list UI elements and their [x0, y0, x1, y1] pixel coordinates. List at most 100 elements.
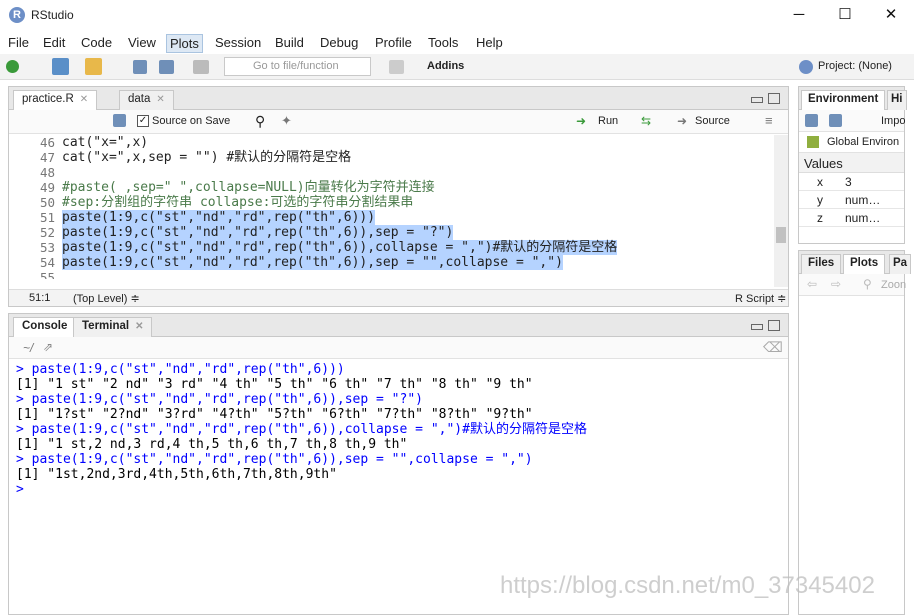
tab-packages[interactable]: Pa	[889, 254, 912, 274]
maximize-pane-icon[interactable]	[768, 320, 780, 331]
menu-build[interactable]: Build	[272, 34, 307, 51]
env-tabstrip: Environment Hi	[799, 87, 907, 111]
source-pane: practice.R ✕ data ✕ ✓ Source on Save ⚲ ✦ ➜…	[8, 86, 789, 307]
tab-practice-r[interactable]: practice.R ✕	[13, 90, 98, 111]
tab-terminal[interactable]: Terminal ✕	[73, 317, 153, 337]
menu-file[interactable]: File	[5, 34, 32, 51]
menu-bar: File Edit Code View Plots Session Build …	[0, 31, 914, 54]
goto-file-input[interactable]: Go to file/function	[224, 57, 371, 76]
zoom-button[interactable]: Zoon	[881, 279, 906, 291]
code-line[interactable]: 46 cat("x=",x)	[9, 135, 774, 150]
import-dataset-button[interactable]: Impo	[881, 115, 905, 127]
go-to-directory-icon[interactable]: ⇗	[43, 340, 53, 354]
env-value-row[interactable]: z num…	[799, 209, 904, 227]
working-directory: ~/	[23, 341, 34, 355]
menu-profile[interactable]: Profile	[372, 34, 415, 51]
code-line[interactable]: 48	[9, 165, 774, 180]
close-button[interactable]: ✕	[868, 0, 914, 31]
code-line[interactable]: 47 cat("x=",x,sep = "") #默认的分隔符是空格	[9, 150, 774, 165]
save-workspace-icon[interactable]	[829, 114, 842, 127]
menu-view[interactable]: View	[125, 34, 159, 51]
tab-history[interactable]: Hi	[887, 90, 907, 110]
zoom-icon[interactable]: ⚲	[863, 277, 872, 291]
variable-name: y	[817, 193, 823, 207]
save-icon[interactable]	[113, 114, 126, 127]
code-line[interactable]: 51 paste(1:9,c("st","nd","rd",rep("th",6)…	[9, 210, 774, 225]
grid-layout-icon[interactable]	[389, 60, 404, 74]
line-number: 47	[39, 150, 55, 165]
minimize-pane-icon[interactable]	[751, 97, 763, 103]
code-line[interactable]: 54 paste(1:9,c("st","nd","rd",rep("th",6)…	[9, 255, 774, 270]
back-arrow-icon[interactable]: ⇦	[807, 277, 817, 291]
line-number: 54	[39, 255, 55, 270]
window-title: RStudio	[31, 8, 74, 22]
close-tab-icon[interactable]: ✕	[156, 94, 164, 105]
magic-wand-icon[interactable]: ✦	[281, 113, 292, 129]
scope-selector[interactable]: (Top Level) ≑	[73, 292, 140, 305]
broom-clear-icon[interactable]: ⌫	[763, 339, 783, 356]
minimize-pane-icon[interactable]	[751, 324, 763, 330]
variable-value: 3	[845, 175, 852, 189]
tab-data[interactable]: data ✕	[119, 90, 174, 110]
code-line[interactable]: 53 paste(1:9,c("st","nd","rd",rep("th",6)…	[9, 240, 774, 255]
menu-plots[interactable]: Plots	[166, 34, 203, 53]
new-project-icon[interactable]	[52, 58, 69, 75]
title-bar: R RStudio ─ ☐ ✕	[0, 0, 914, 31]
outline-icon[interactable]: ≡	[765, 113, 773, 128]
menu-help[interactable]: Help	[473, 34, 506, 51]
menu-edit[interactable]: Edit	[40, 34, 68, 51]
console-command: > paste(1:9,c("st","nd","rd",rep("th",6)…	[16, 452, 533, 467]
save-all-icon[interactable]	[159, 60, 174, 74]
global-environment-selector[interactable]: Global Environ	[827, 136, 899, 148]
menu-tools[interactable]: Tools	[425, 34, 461, 51]
print-icon[interactable]	[193, 60, 209, 74]
run-button[interactable]: Run	[598, 115, 618, 127]
environment-pane: Environment Hi Impo Global Environ Value…	[798, 86, 907, 244]
editor-toolbar: ✓ Source on Save ⚲ ✦ ➜ Run ⇆ ➜ Source ≡	[9, 110, 788, 134]
rerun-icon[interactable]: ⇆	[641, 114, 651, 128]
close-tab-icon[interactable]: ✕	[135, 321, 143, 332]
code-line[interactable]: 50 #sep:分割组的字符串 collapse:可选的字符串分割结果串	[9, 195, 774, 210]
source-arrow-icon: ➜	[677, 114, 688, 128]
project-menu[interactable]: Project: (None)	[818, 60, 892, 72]
forward-arrow-icon[interactable]: ⇨	[831, 277, 841, 291]
code-line[interactable]: 49 #paste( ,sep=" ",collapse=NULL)向量转化为字符…	[9, 180, 774, 195]
tab-console[interactable]: Console	[13, 317, 77, 338]
code-line[interactable]: 52 paste(1:9,c("st","nd","rd",rep("th",6)…	[9, 225, 774, 240]
env-value-row[interactable]: y num…	[799, 191, 904, 209]
code-line[interactable]: 55	[9, 270, 774, 279]
open-file-icon[interactable]	[85, 58, 102, 75]
source-button[interactable]: Source	[695, 115, 730, 127]
console-tabstrip: Console Terminal ✕	[9, 314, 788, 338]
addins-menu[interactable]: Addins	[427, 60, 464, 72]
file-type-selector[interactable]: R Script ≑	[735, 292, 786, 305]
save-icon[interactable]	[133, 60, 147, 74]
code-text: #sep:分割组的字符串 collapse:可选的字符串分割结果串	[62, 195, 414, 210]
watermark: https://blog.csdn.net/m0_37345402	[500, 572, 875, 599]
close-tab-icon[interactable]: ✕	[80, 94, 88, 105]
menu-code[interactable]: Code	[78, 34, 115, 51]
line-number: 46	[39, 135, 55, 150]
tab-files[interactable]: Files	[801, 254, 842, 274]
tab-environment[interactable]: Environment	[801, 90, 886, 111]
maximize-button[interactable]: ☐	[822, 0, 868, 31]
files-tabstrip: Files Plots Pa	[799, 251, 912, 275]
console-command: > paste(1:9,c("st","nd","rd",rep("th",6)…	[16, 362, 345, 377]
maximize-pane-icon[interactable]	[768, 93, 780, 104]
source-on-save-checkbox[interactable]: ✓	[137, 115, 149, 127]
search-icon[interactable]: ⚲	[255, 113, 265, 130]
console-pane: Console Terminal ✕ ~/ ⇗ ⌫ > paste(1:9,c("…	[8, 313, 789, 615]
tab-plots[interactable]: Plots	[843, 254, 886, 275]
menu-debug[interactable]: Debug	[317, 34, 361, 51]
code-editor[interactable]: 46 cat("x=",x) 47 cat("x=",x,sep = "") #默认的…	[9, 135, 774, 279]
menu-session[interactable]: Session	[212, 34, 264, 51]
scroll-thumb[interactable]	[776, 227, 786, 243]
minimize-button[interactable]: ─	[776, 0, 822, 31]
editor-scrollbar[interactable]	[774, 135, 788, 287]
new-file-icon[interactable]	[6, 60, 19, 73]
run-arrow-icon: ➜	[576, 114, 587, 128]
open-workspace-icon[interactable]	[805, 114, 818, 127]
code-text: paste(1:9,c("st","nd","rd",rep("th",6)),…	[62, 225, 454, 240]
console-command: > paste(1:9,c("st","nd","rd",rep("th",6)…	[16, 422, 587, 437]
env-value-row[interactable]: x3	[799, 173, 904, 191]
